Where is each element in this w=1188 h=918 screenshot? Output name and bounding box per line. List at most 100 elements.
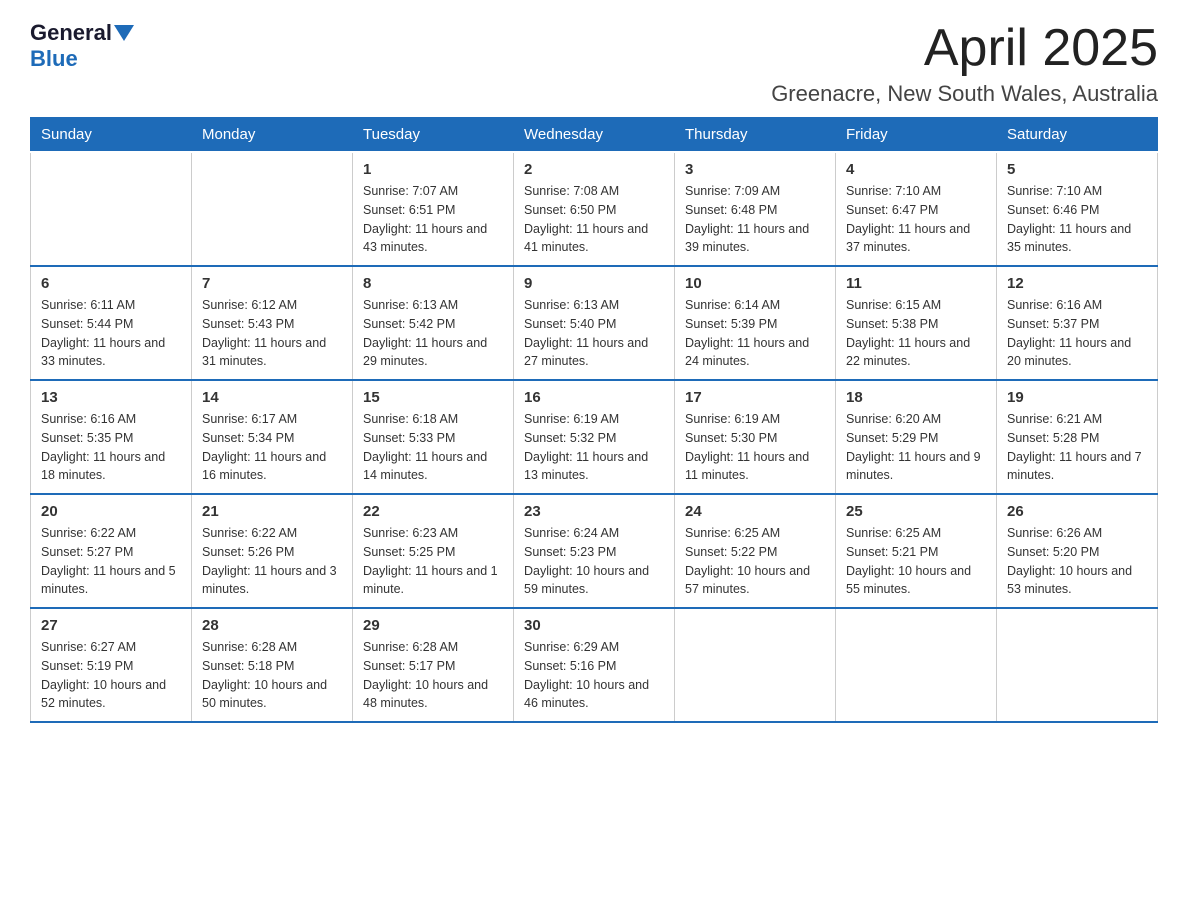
calendar-cell: 26Sunrise: 6:26 AMSunset: 5:20 PMDayligh… [997, 494, 1158, 608]
calendar-cell: 16 Sunrise: 6:19 AMSunset: 5:32 PMDayligh… [514, 380, 675, 494]
calendar-cell: 13Sunrise: 6:16 AMSunset: 5:35 PMDayligh… [31, 380, 192, 494]
logo: General Blue [30, 20, 136, 72]
title-area: April 2025 Greenacre, New South Wales, A… [771, 20, 1158, 107]
calendar-cell: 7 Sunrise: 6:12 AMSunset: 5:43 PMDaylight… [192, 266, 353, 380]
calendar-cell: 28 Sunrise: 6:28 AMSunset: 5:18 PMDayligh… [192, 608, 353, 722]
day-number: 18 [846, 389, 986, 406]
day-info: Sunrise: 6:13 AMSunset: 5:42 PMDaylight:… [363, 296, 503, 371]
day-number: 19 [1007, 389, 1147, 406]
day-number: 29 [363, 617, 503, 634]
calendar-cell: 6 Sunrise: 6:11 AMSunset: 5:44 PMDaylight… [31, 266, 192, 380]
calendar-cell: 5 Sunrise: 7:10 AMSunset: 6:46 PMDaylight… [997, 152, 1158, 266]
day-number: 28 [202, 617, 342, 634]
day-info: Sunrise: 6:25 AMSunset: 5:21 PMDaylight:… [846, 524, 986, 599]
day-number: 5 [1007, 161, 1147, 178]
day-info: Sunrise: 7:08 AMSunset: 6:50 PMDaylight:… [524, 182, 664, 257]
day-info: Sunrise: 6:21 AMSunset: 5:28 PMDaylight:… [1007, 410, 1147, 485]
day-info: Sunrise: 6:12 AMSunset: 5:43 PMDaylight:… [202, 296, 342, 371]
calendar-week-row-2: 6 Sunrise: 6:11 AMSunset: 5:44 PMDaylight… [31, 266, 1158, 380]
calendar-cell [675, 608, 836, 722]
day-info: Sunrise: 6:24 AMSunset: 5:23 PMDaylight:… [524, 524, 664, 599]
day-number: 9 [524, 275, 664, 292]
calendar-cell: 1Sunrise: 7:07 AMSunset: 6:51 PMDaylight… [353, 152, 514, 266]
day-info: Sunrise: 6:22 AMSunset: 5:26 PMDaylight:… [202, 524, 342, 599]
day-number: 8 [363, 275, 503, 292]
day-info: Sunrise: 6:25 AMSunset: 5:22 PMDaylight:… [685, 524, 825, 599]
month-title: April 2025 [771, 20, 1158, 77]
calendar-table: SundayMondayTuesdayWednesdayThursdayFrid… [30, 117, 1158, 723]
day-info: Sunrise: 6:23 AMSunset: 5:25 PMDaylight:… [363, 524, 503, 599]
day-info: Sunrise: 6:28 AMSunset: 5:17 PMDaylight:… [363, 638, 503, 713]
weekday-header-saturday: Saturday [997, 118, 1158, 153]
day-number: 11 [846, 275, 986, 292]
day-info: Sunrise: 6:19 AMSunset: 5:30 PMDaylight:… [685, 410, 825, 485]
calendar-cell: 21 Sunrise: 6:22 AMSunset: 5:26 PMDayligh… [192, 494, 353, 608]
day-number: 25 [846, 503, 986, 520]
weekday-header-monday: Monday [192, 118, 353, 153]
calendar-cell: 2 Sunrise: 7:08 AMSunset: 6:50 PMDaylight… [514, 152, 675, 266]
day-info: Sunrise: 6:29 AMSunset: 5:16 PMDaylight:… [524, 638, 664, 713]
calendar-cell: 8 Sunrise: 6:13 AMSunset: 5:42 PMDaylight… [353, 266, 514, 380]
calendar-cell: 23 Sunrise: 6:24 AMSunset: 5:23 PMDayligh… [514, 494, 675, 608]
day-info: Sunrise: 6:11 AMSunset: 5:44 PMDaylight:… [41, 296, 181, 371]
day-number: 6 [41, 275, 181, 292]
calendar-cell: 11 Sunrise: 6:15 AMSunset: 5:38 PMDayligh… [836, 266, 997, 380]
logo-text: General [30, 20, 136, 46]
day-number: 16 [524, 389, 664, 406]
weekday-header-wednesday: Wednesday [514, 118, 675, 153]
day-info: Sunrise: 6:15 AMSunset: 5:38 PMDaylight:… [846, 296, 986, 371]
day-number: 24 [685, 503, 825, 520]
calendar-cell [997, 608, 1158, 722]
calendar-cell: 19 Sunrise: 6:21 AMSunset: 5:28 PMDayligh… [997, 380, 1158, 494]
day-number: 2 [524, 161, 664, 178]
day-info: Sunrise: 6:19 AMSunset: 5:32 PMDaylight:… [524, 410, 664, 485]
day-number: 17 [685, 389, 825, 406]
calendar-cell: 12 Sunrise: 6:16 AMSunset: 5:37 PMDayligh… [997, 266, 1158, 380]
day-number: 10 [685, 275, 825, 292]
day-number: 15 [363, 389, 503, 406]
day-info: Sunrise: 7:09 AMSunset: 6:48 PMDaylight:… [685, 182, 825, 257]
calendar-cell: 30Sunrise: 6:29 AMSunset: 5:16 PMDayligh… [514, 608, 675, 722]
calendar-header: SundayMondayTuesdayWednesdayThursdayFrid… [31, 118, 1158, 153]
calendar-cell: 24 Sunrise: 6:25 AMSunset: 5:22 PMDayligh… [675, 494, 836, 608]
day-info: Sunrise: 7:07 AMSunset: 6:51 PMDaylight:… [363, 182, 503, 257]
weekday-header-friday: Friday [836, 118, 997, 153]
weekday-header-thursday: Thursday [675, 118, 836, 153]
day-info: Sunrise: 6:18 AMSunset: 5:33 PMDaylight:… [363, 410, 503, 485]
day-info: Sunrise: 6:17 AMSunset: 5:34 PMDaylight:… [202, 410, 342, 485]
day-number: 23 [524, 503, 664, 520]
day-number: 3 [685, 161, 825, 178]
day-number: 22 [363, 503, 503, 520]
calendar-cell [192, 152, 353, 266]
calendar-body: 1Sunrise: 7:07 AMSunset: 6:51 PMDaylight… [31, 152, 1158, 722]
page-header: General Blue April 2025 Greenacre, New S… [30, 20, 1158, 107]
day-info: Sunrise: 6:26 AMSunset: 5:20 PMDaylight:… [1007, 524, 1147, 599]
day-number: 27 [41, 617, 181, 634]
weekday-header-row: SundayMondayTuesdayWednesdayThursdayFrid… [31, 118, 1158, 153]
calendar-cell: 3 Sunrise: 7:09 AMSunset: 6:48 PMDaylight… [675, 152, 836, 266]
weekday-header-tuesday: Tuesday [353, 118, 514, 153]
calendar-cell: 25 Sunrise: 6:25 AMSunset: 5:21 PMDayligh… [836, 494, 997, 608]
calendar-cell [31, 152, 192, 266]
calendar-cell: 4Sunrise: 7:10 AMSunset: 6:47 PMDaylight… [836, 152, 997, 266]
day-number: 4 [846, 161, 986, 178]
logo-general: General [30, 20, 112, 46]
calendar-cell: 14 Sunrise: 6:17 AMSunset: 5:34 PMDayligh… [192, 380, 353, 494]
day-info: Sunrise: 6:16 AMSunset: 5:37 PMDaylight:… [1007, 296, 1147, 371]
calendar-cell: 27Sunrise: 6:27 AMSunset: 5:19 PMDayligh… [31, 608, 192, 722]
calendar-cell: 10 Sunrise: 6:14 AMSunset: 5:39 PMDayligh… [675, 266, 836, 380]
day-info: Sunrise: 6:28 AMSunset: 5:18 PMDaylight:… [202, 638, 342, 713]
day-number: 20 [41, 503, 181, 520]
calendar-cell [836, 608, 997, 722]
calendar-cell: 9Sunrise: 6:13 AMSunset: 5:40 PMDaylight… [514, 266, 675, 380]
day-number: 21 [202, 503, 342, 520]
calendar-cell: 22 Sunrise: 6:23 AMSunset: 5:25 PMDayligh… [353, 494, 514, 608]
day-number: 7 [202, 275, 342, 292]
calendar-week-row-3: 13Sunrise: 6:16 AMSunset: 5:35 PMDayligh… [31, 380, 1158, 494]
calendar-week-row-4: 20Sunrise: 6:22 AMSunset: 5:27 PMDayligh… [31, 494, 1158, 608]
day-number: 13 [41, 389, 181, 406]
day-info: Sunrise: 6:14 AMSunset: 5:39 PMDaylight:… [685, 296, 825, 371]
day-info: Sunrise: 7:10 AMSunset: 6:46 PMDaylight:… [1007, 182, 1147, 257]
day-number: 14 [202, 389, 342, 406]
day-number: 12 [1007, 275, 1147, 292]
